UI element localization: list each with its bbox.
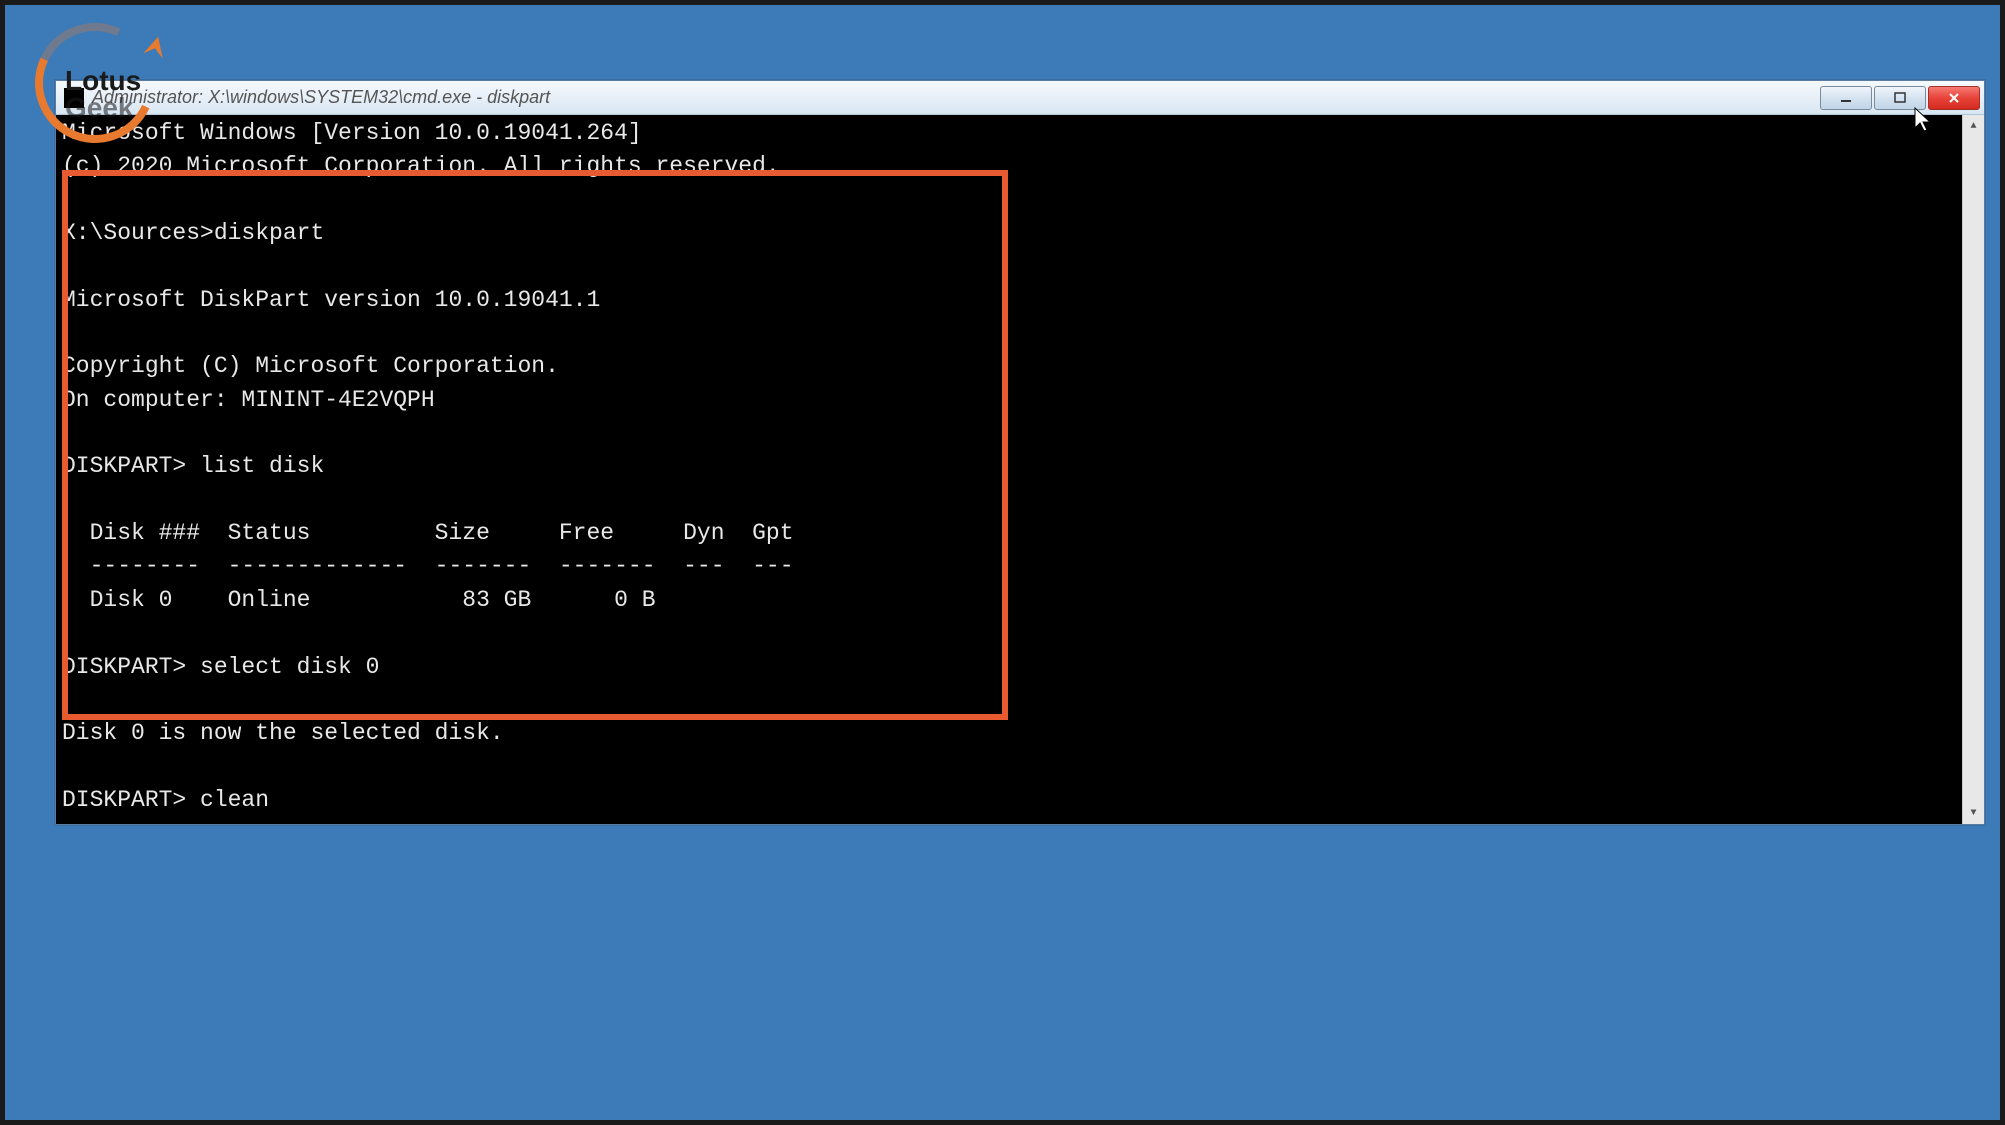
minimize-icon [1839, 92, 1853, 104]
diskpart-computer: On computer: MININT-4E2VQPH [62, 387, 435, 413]
terminal-area: Microsoft Windows [Version 10.0.19041.26… [56, 115, 1984, 824]
cmd-window: Administrator: X:\windows\SYSTEM32\cmd.e… [55, 80, 1985, 825]
scroll-up-icon[interactable]: ▲ [1963, 115, 1984, 137]
diskpart-copyright: Copyright (C) Microsoft Corporation. [62, 353, 559, 379]
logo-text: Lotus Geek [65, 68, 141, 121]
disk-table-header: Disk ### Status Size Free Dyn Gpt [62, 520, 794, 546]
mouse-cursor-icon [1913, 106, 1933, 134]
logo-line-2: Geek [65, 95, 141, 122]
vertical-scrollbar[interactable]: ▲ ▼ [1962, 115, 1984, 824]
lotus-geek-logo: Lotus Geek [30, 18, 180, 148]
scroll-down-icon[interactable]: ▼ [1963, 802, 1984, 824]
maximize-icon [1893, 92, 1907, 104]
cmd-select-disk: DISKPART> select disk 0 [62, 654, 379, 680]
window-title: Administrator: X:\windows\SYSTEM32\cmd.e… [92, 87, 1820, 108]
diskpart-version: Microsoft DiskPart version 10.0.19041.1 [62, 287, 600, 313]
cmd-clean: DISKPART> clean [62, 787, 269, 813]
banner-line-2: (c) 2020 Microsoft Corporation. All righ… [62, 153, 780, 179]
cmd-list-disk: DISKPART> list disk [62, 453, 324, 479]
logo-line-1: Lotus [65, 68, 141, 95]
msg-disk-selected: Disk 0 is now the selected disk. [62, 720, 504, 746]
disk-table-row: Disk 0 Online 83 GB 0 B [62, 587, 656, 613]
minimize-button[interactable] [1820, 86, 1872, 110]
disk-table-divider: -------- ------------- ------- ------- -… [62, 553, 794, 579]
titlebar[interactable]: Administrator: X:\windows\SYSTEM32\cmd.e… [56, 81, 1984, 115]
close-icon [1947, 92, 1961, 104]
prompt-diskpart: X:\Sources>diskpart [62, 220, 324, 246]
close-button[interactable] [1928, 86, 1980, 110]
window-controls [1820, 86, 1980, 110]
terminal-output[interactable]: Microsoft Windows [Version 10.0.19041.26… [56, 115, 1962, 824]
